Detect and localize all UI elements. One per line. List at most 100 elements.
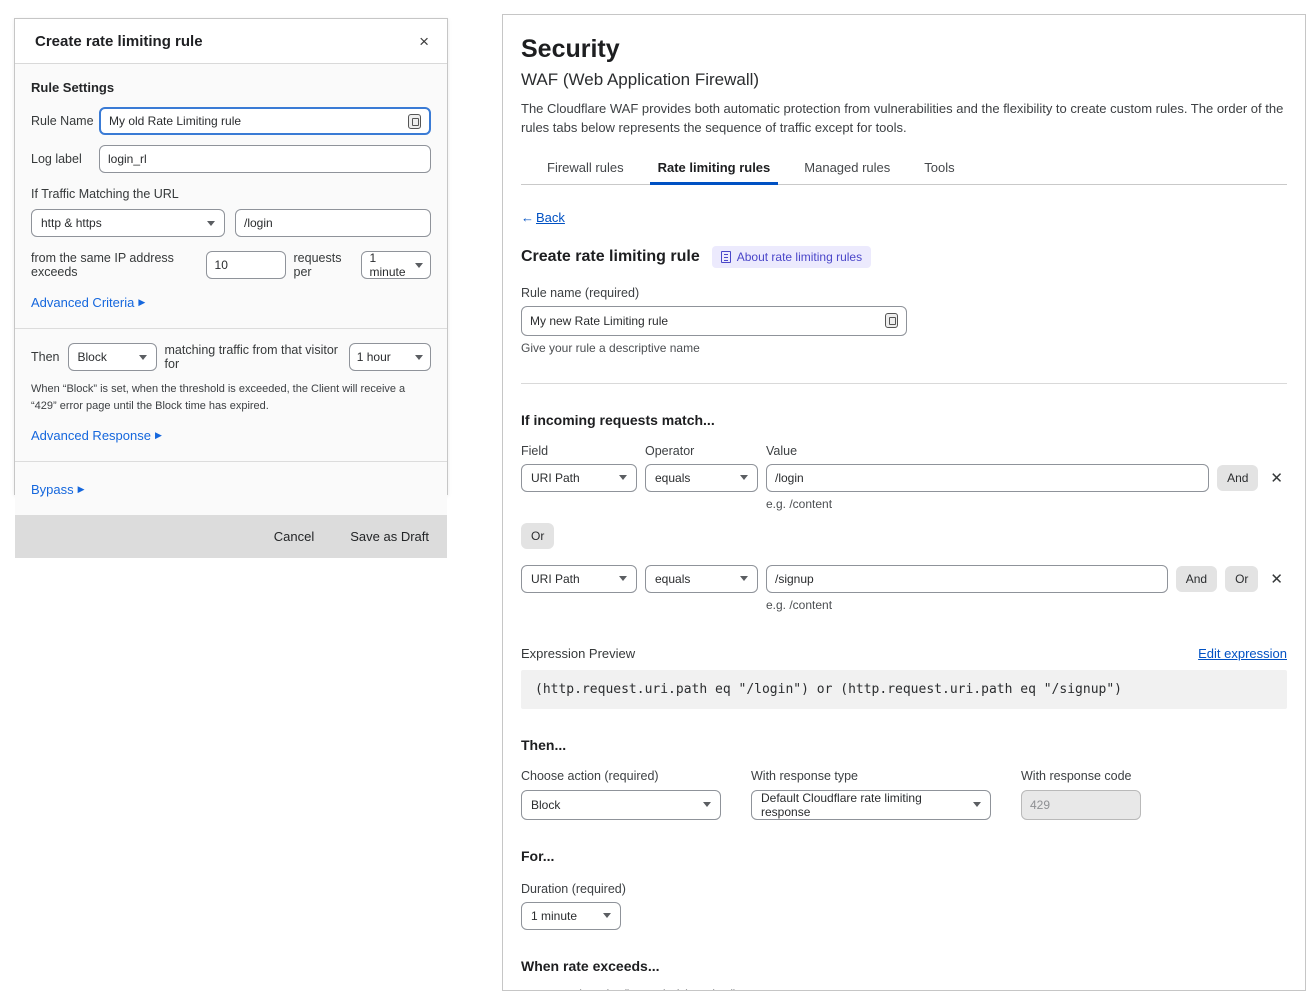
operator-select-value: equals [655,471,690,485]
bypass-label: Bypass [31,482,74,497]
block-note: When “Block” is set, when the threshold … [31,381,426,414]
operator-select[interactable]: equals [645,565,758,593]
chevron-down-icon [740,576,748,581]
operator-select[interactable]: equals [645,464,758,492]
back-label: Back [536,210,565,225]
rule-name-input[interactable] [530,314,885,328]
block-duration-value: 1 hour [357,350,391,364]
chevron-down-icon [415,263,423,268]
page-description: The Cloudflare WAF provides both automat… [521,100,1287,138]
and-button[interactable]: And [1176,566,1217,592]
choose-action-label: Choose action (required) [521,769,721,783]
scheme-select[interactable]: http & https [31,209,225,237]
field-select-value: URI Path [531,572,580,586]
action-select-value: Block [78,350,107,364]
and-button[interactable]: And [1217,465,1258,491]
period-select[interactable]: 1 minute [361,251,431,279]
match-row: URI Path equals And ✕ [521,464,1287,492]
cancel-button[interactable]: Cancel [274,529,314,544]
url-input[interactable] [244,216,422,230]
tab-firewall-rules[interactable]: Firewall rules [545,154,626,184]
block-duration-select[interactable]: 1 hour [349,343,431,371]
or-button[interactable]: Or [521,523,554,549]
bypass-link[interactable]: Bypass ▶ [31,482,85,497]
close-icon[interactable]: × [419,33,429,50]
expand-arrow-icon: ▶ [138,297,145,308]
log-label-input[interactable] [108,152,422,166]
operator-column-label: Operator [645,444,758,458]
remove-row-icon[interactable]: ✕ [1266,570,1287,588]
for-heading: For... [521,848,1287,864]
value-input[interactable] [775,471,1200,485]
rule-name-input[interactable] [109,114,408,128]
chevron-down-icon [139,355,147,360]
document-icon [721,251,731,263]
value-column-label: Value [766,444,797,458]
back-link[interactable]: ←Back [521,210,565,225]
back-arrow-icon: ← [521,210,534,225]
about-badge-label: About rate limiting rules [737,250,862,264]
advanced-response-label: Advanced Response [31,428,151,443]
autofill-icon [885,313,898,328]
save-as-draft-button[interactable]: Save as Draft [350,529,429,544]
tab-tools[interactable]: Tools [922,154,956,184]
response-code-label: With response code [1021,769,1141,783]
response-type-select[interactable]: Default Cloudflare rate limiting respons… [751,790,991,820]
expand-arrow-icon: ▶ [155,430,162,441]
divider [521,383,1287,384]
expression-preview-label: Expression Preview [521,646,635,661]
value-input[interactable] [775,572,1159,586]
chevron-down-icon [973,802,981,807]
page-title: Security [521,35,1287,64]
then-label: Then [31,350,60,364]
match-heading: If incoming requests match... [521,412,1287,428]
rate-heading: When rate exceeds... [521,958,1287,974]
duration-select[interactable]: 1 minute [521,902,621,930]
threshold-middle: requests per [294,251,354,279]
field-select-value: URI Path [531,471,580,485]
requests-label: Requests (required) [521,988,631,991]
tab-managed-rules[interactable]: Managed rules [802,154,892,184]
choose-action-select[interactable]: Block [521,790,721,820]
advanced-response-link[interactable]: Advanced Response ▶ [31,428,162,443]
chevron-down-icon [703,802,711,807]
log-label-label: Log label [31,152,95,166]
chevron-down-icon [207,221,215,226]
field-column-label: Field [521,444,637,458]
field-select[interactable]: URI Path [521,464,637,492]
tab-rate-limiting-rules[interactable]: Rate limiting rules [656,154,773,184]
divider [15,461,447,462]
traffic-match-label: If Traffic Matching the URL [31,187,431,201]
period-select-value: 1 minute [369,251,409,279]
security-waf-panel: Security WAF (Web Application Firewall) … [502,14,1306,991]
action-select[interactable]: Block [68,343,157,371]
requests-input[interactable] [215,258,277,272]
threshold-prefix: from the same IP address exceeds [31,251,198,279]
scheme-select-value: http & https [41,216,102,230]
match-row: URI Path equals And Or ✕ [521,565,1287,593]
chevron-down-icon [619,576,627,581]
page-subtitle: WAF (Web Application Firewall) [521,70,1287,90]
modal-footer: Cancel Save as Draft [15,515,447,558]
edit-expression-link[interactable]: Edit expression [1198,646,1287,661]
form-title: Create rate limiting rule [521,248,700,266]
rule-name-label: Rule name (required) [521,286,1287,300]
autofill-icon [408,114,421,129]
remove-row-icon[interactable]: ✕ [1266,469,1287,487]
advanced-criteria-link[interactable]: Advanced Criteria ▶ [31,295,145,310]
field-select[interactable]: URI Path [521,565,637,593]
divider [15,328,447,329]
expand-arrow-icon: ▶ [78,484,85,495]
or-button[interactable]: Or [1225,566,1258,592]
period-label: Period (required) [643,988,755,991]
duration-value: 1 minute [531,909,577,923]
response-code-input [1030,798,1132,812]
choose-action-value: Block [531,798,560,812]
duration-label: Duration (required) [521,882,1287,896]
then-middle: matching traffic from that visitor for [165,343,341,371]
tab-bar: Firewall rules Rate limiting rules Manag… [521,154,1287,185]
response-type-value: Default Cloudflare rate limiting respons… [761,791,967,819]
rule-name-helper: Give your rule a descriptive name [521,341,1287,355]
chevron-down-icon [740,475,748,480]
about-rate-limiting-badge[interactable]: About rate limiting rules [712,246,871,268]
